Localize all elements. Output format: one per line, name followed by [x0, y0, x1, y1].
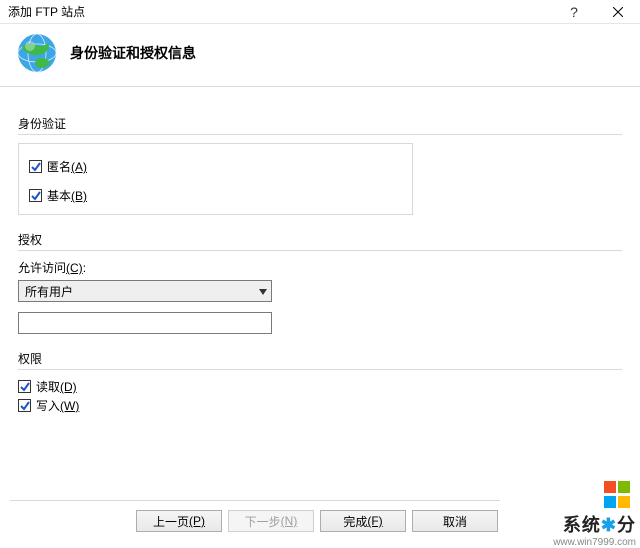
close-icon — [613, 7, 623, 17]
write-label: 写入(W) — [36, 397, 79, 414]
write-checkbox-row[interactable]: 写入(W) — [18, 397, 622, 414]
content-area: 身份验证 匿名(A) 基本(B) 授权 允许访问(C): 所有用户 权限 — [0, 87, 640, 428]
close-button[interactable] — [596, 0, 640, 23]
titlebar-buttons: ? — [552, 0, 640, 23]
read-label: 读取(D) — [36, 378, 77, 395]
finish-button[interactable]: 完成(F) — [320, 510, 406, 532]
anonymous-label: 匿名(A) — [47, 158, 87, 175]
write-checkbox[interactable] — [18, 399, 31, 412]
read-checkbox-row[interactable]: 读取(D) — [18, 378, 622, 395]
anonymous-checkbox[interactable] — [29, 160, 42, 173]
window-title: 添加 FTP 站点 — [8, 3, 85, 20]
read-checkbox[interactable] — [18, 380, 31, 393]
help-button[interactable]: ? — [552, 0, 596, 23]
authorize-group-rule — [18, 250, 622, 251]
permissions-block: 权限 读取(D) 写入(W) — [18, 350, 622, 414]
auth-group-label: 身份验证 — [18, 115, 622, 132]
help-icon: ? — [570, 4, 578, 20]
button-bar: 上一页(P) 下一步(N) 完成(F) 取消 — [0, 500, 640, 532]
check-icon — [20, 382, 30, 392]
anonymous-checkbox-row[interactable]: 匿名(A) — [29, 158, 402, 175]
check-icon — [31, 162, 41, 172]
authorize-group-label: 授权 — [18, 231, 622, 248]
page-heading: 身份验证和授权信息 — [70, 43, 196, 63]
permissions-group-label: 权限 — [18, 350, 622, 367]
next-button: 下一步(N) — [228, 510, 314, 532]
globe-icon — [16, 32, 58, 74]
titlebar: 添加 FTP 站点 ? — [0, 0, 640, 24]
auth-fieldset: 匿名(A) 基本(B) — [18, 143, 413, 215]
wizard-header: 身份验证和授权信息 — [0, 24, 640, 86]
basic-checkbox[interactable] — [29, 189, 42, 202]
auth-group-rule — [18, 134, 622, 135]
basic-checkbox-row[interactable]: 基本(B) — [29, 187, 402, 204]
chevron-down-icon — [259, 284, 267, 298]
previous-button[interactable]: 上一页(P) — [136, 510, 222, 532]
check-icon — [31, 191, 41, 201]
check-icon — [20, 401, 30, 411]
buttonbar-divider — [10, 500, 500, 501]
cancel-button[interactable]: 取消 — [412, 510, 498, 532]
basic-label: 基本(B) — [47, 187, 87, 204]
permissions-group-rule — [18, 369, 622, 370]
specific-users-input[interactable] — [18, 312, 272, 334]
allow-access-selected: 所有用户 — [25, 283, 73, 300]
allow-access-select[interactable]: 所有用户 — [18, 280, 272, 302]
allow-access-label: 允许访问(C): — [18, 259, 622, 276]
